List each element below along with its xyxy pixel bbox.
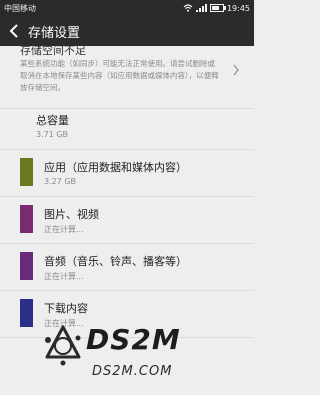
color-swatch [20,205,33,233]
warning-title: 存储空间不足 [20,46,86,57]
watermark: DS2M DS2M.COM [0,320,254,395]
category-label: 应用（应用数据和媒体内容） [44,161,187,174]
category-value: 3.27 GB [44,177,77,186]
color-swatch [20,252,33,280]
category-label: 音频（音乐、铃声、播客等） [44,255,187,268]
category-row-apps[interactable]: 应用（应用数据和媒体内容） 3.27 GB [0,150,254,197]
status-bar: 中国移动 19:45 [0,0,254,16]
back-button[interactable] [0,16,28,46]
category-label: 下载内容 [44,302,88,315]
category-row-pictures-videos[interactable]: 图片、视频 正在计算... [0,197,254,244]
low-storage-warning[interactable]: 存储空间不足 某些系统功能（如同步）可能无法正常使用。请尝试删除或取消在本地保存… [0,46,254,109]
total-capacity-label: 总容量 [36,114,69,127]
warning-description: 某些系统功能（如同步）可能无法正常使用。请尝试删除或取消在本地保存某些内容（如应… [20,59,219,92]
watermark-logo-icon [45,325,81,366]
total-capacity-row: 总容量 3.71 GB [0,109,254,150]
chevron-right-icon [233,64,239,76]
total-capacity-value: 3.71 GB [36,130,69,139]
battery-icon [209,4,226,12]
carrier-name: 中国移动 [4,3,36,13]
page-title: 存储设置 [28,25,81,41]
category-value: 正在计算... [44,272,84,281]
category-row-audio[interactable]: 音频（音乐、铃声、播客等） 正在计算... [0,244,254,291]
chevron-left-icon [9,24,18,38]
watermark-url: DS2M.COM [92,364,173,379]
category-value: 正在计算... [44,225,84,234]
title-bar: 存储设置 [0,16,254,46]
clock: 19:45 [226,3,250,13]
signal-icon [195,4,207,12]
watermark-title: DS2M [86,323,181,356]
category-label: 图片、视频 [44,208,99,221]
wifi-icon [183,4,193,12]
color-swatch [20,158,33,186]
